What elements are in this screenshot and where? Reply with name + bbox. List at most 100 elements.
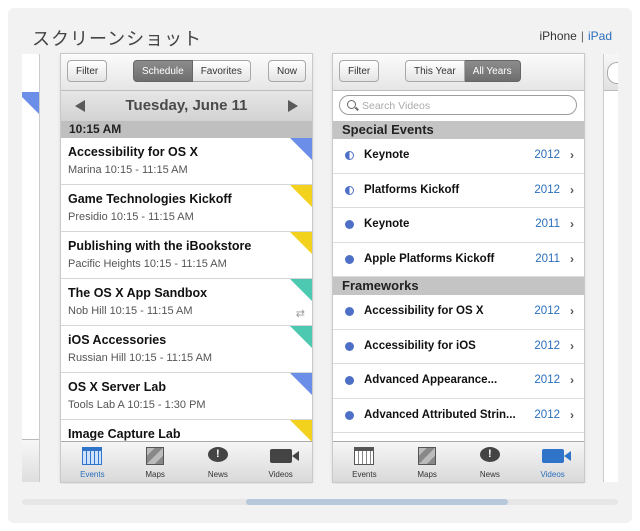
session-title: iOS Accessories <box>68 333 167 347</box>
session-detail: Pacific Heights 10:15 - 11:15 AM <box>68 258 227 270</box>
session-row[interactable]: OS X Server Lab Tools Lab A 10:15 - 1:30 … <box>61 373 312 420</box>
video-row[interactable]: Keynote 2012 › <box>333 139 584 174</box>
video-title: Accessibility for iOS <box>364 339 476 352</box>
video-title: Accessibility for OS X <box>364 305 484 317</box>
track-color-tag <box>290 138 312 160</box>
session-row[interactable]: Accessibility for OS X Marina 10:15 - 11:… <box>61 138 312 185</box>
video-title: Advanced Attributed Strin... <box>364 408 516 421</box>
session-title: Game Technologies Kickoff <box>68 192 232 206</box>
video-row[interactable]: Accessibility for OS X 2012 › <box>333 295 584 330</box>
tab-news[interactable]: ! News <box>459 442 522 482</box>
news-icon: ! <box>479 447 500 462</box>
tab-news[interactable]: ! News <box>187 442 250 482</box>
segment-all-years[interactable]: All Years <box>464 60 521 82</box>
video-row[interactable]: Accessibility for iOS 2012 › <box>333 329 584 364</box>
search-icon <box>347 100 356 109</box>
tabbar-stub <box>22 439 39 482</box>
videos-screenshot: Filter This Year All Years Special Event… <box>333 54 584 482</box>
video-icon <box>269 449 299 463</box>
track-color-tag <box>22 92 39 114</box>
video-row[interactable]: Keynote 2011 › <box>333 208 584 243</box>
scrollbar-thumb[interactable] <box>246 499 508 505</box>
now-button[interactable]: Now <box>267 60 306 82</box>
tab-label: News <box>207 470 228 479</box>
session-row[interactable]: Publishing with the iBookstore Pacific He… <box>61 232 312 279</box>
video-title: Advanced Appearance... <box>364 374 498 386</box>
next-screenshot[interactable] <box>603 54 618 482</box>
filter-button[interactable]: Filter <box>67 60 108 82</box>
chevron-right-icon: › <box>570 407 574 422</box>
tab-maps[interactable]: Maps <box>396 442 459 482</box>
segment-favorites[interactable]: Favorites <box>192 60 251 82</box>
tab-label: Events <box>352 470 377 479</box>
tab-events[interactable]: Events <box>61 442 124 482</box>
video-year: 2011 <box>535 218 560 230</box>
video-icon <box>541 449 571 463</box>
carousel-scrollbar[interactable] <box>22 499 618 505</box>
iphone-label[interactable]: iPhone <box>539 29 576 43</box>
session-detail: Presidio 10:15 - 11:15 AM <box>68 211 194 223</box>
calendar-icon <box>354 447 375 465</box>
schedule-screenshot: Filter Schedule Favorites Now Tuesday, J… <box>61 54 312 482</box>
session-row[interactable]: The OS X App Sandbox Nob Hill 10:15 - 11:… <box>61 279 312 326</box>
video-year: 2012 <box>534 305 560 317</box>
tab-videos[interactable]: Videos <box>521 442 584 482</box>
device-switch: iPhone | iPad <box>539 29 612 43</box>
unwatched-icon <box>345 220 354 229</box>
track-color-tag <box>290 373 312 395</box>
segment-schedule[interactable]: Schedule <box>133 60 193 82</box>
video-row[interactable]: Apple Platforms Kickoff 2011 › <box>333 242 584 277</box>
session-title: Publishing with the iBookstore <box>68 239 252 253</box>
screenshot-carousel[interactable]: Filter Schedule Favorites Now Tuesday, J… <box>22 50 618 484</box>
partially-watched-icon <box>345 151 354 160</box>
video-list: Special Events Keynote 2012 › Platforms Kick… <box>333 121 584 433</box>
date-bar: Tuesday, June 11 <box>61 91 312 121</box>
search-field[interactable] <box>339 95 577 115</box>
chevron-right-icon: › <box>570 217 574 231</box>
device-separator: | <box>580 29 584 43</box>
video-row[interactable]: Advanced Appearance... 2012 › <box>333 364 584 399</box>
next-day-arrow-icon[interactable] <box>288 100 298 112</box>
session-list: Accessibility for OS X Marina 10:15 - 11:… <box>61 138 312 467</box>
video-row[interactable]: Platforms Kickoff 2012 › <box>333 173 584 208</box>
tab-bar: Events Maps ! News Videos <box>61 441 312 482</box>
section-header: Special Events <box>333 121 584 139</box>
session-row[interactable]: iOS Accessories Russian Hill 10:15 - 11:1… <box>61 326 312 373</box>
unwatched-icon <box>345 307 354 316</box>
session-title: Image Capture Lab <box>68 427 181 441</box>
tab-videos[interactable]: Videos <box>249 442 312 482</box>
section-header: Frameworks <box>333 277 584 295</box>
video-title: Apple Platforms Kickoff <box>364 252 495 265</box>
calendar-icon <box>82 447 103 465</box>
segment-this-year[interactable]: This Year <box>405 60 465 82</box>
session-title: The OS X App Sandbox <box>68 286 208 300</box>
video-year: 2012 <box>534 149 560 161</box>
session-detail: Russian Hill 10:15 - 11:15 AM <box>68 352 213 364</box>
video-title: Platforms Kickoff <box>364 183 460 196</box>
track-color-tag <box>290 232 312 254</box>
session-row[interactable]: Game Technologies Kickoff Presidio 10:15 … <box>61 185 312 232</box>
video-year: 2012 <box>534 183 560 196</box>
tab-bar: Events Maps ! News Videos <box>333 441 584 482</box>
previous-screenshot[interactable] <box>22 54 40 482</box>
time-header: 10:15 AM <box>61 121 312 138</box>
search-input[interactable] <box>360 97 564 115</box>
tab-maps[interactable]: Maps <box>124 442 187 482</box>
filter-button[interactable]: Filter <box>339 60 380 82</box>
video-row[interactable]: Advanced Attributed Strin... 2012 › <box>333 398 584 433</box>
ipad-link[interactable]: iPad <box>588 29 612 43</box>
partially-watched-icon <box>345 185 354 195</box>
video-year: 2012 <box>534 374 560 386</box>
session-title: Accessibility for OS X <box>68 145 198 159</box>
session-detail: Marina 10:15 - 11:15 AM <box>68 164 188 176</box>
video-year: 2012 <box>534 408 560 421</box>
video-year: 2012 <box>534 339 560 352</box>
unwatched-icon <box>345 376 354 385</box>
tab-label: Maps <box>145 470 165 479</box>
schedule-toolbar: Filter Schedule Favorites Now <box>61 54 312 91</box>
track-color-tag <box>290 326 312 348</box>
tab-events[interactable]: Events <box>333 442 396 482</box>
session-detail: Tools Lab A 10:15 - 1:30 PM <box>68 399 206 411</box>
tab-label: Maps <box>417 470 437 479</box>
chevron-right-icon: › <box>570 251 574 266</box>
